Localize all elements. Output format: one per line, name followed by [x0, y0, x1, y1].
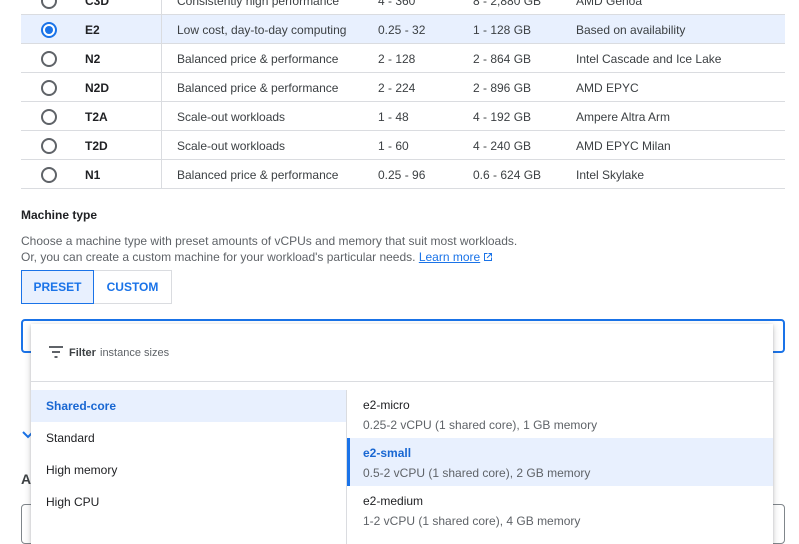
- series-platform: Ampere Altra Arm: [576, 110, 671, 124]
- radio-button[interactable]: [41, 109, 57, 125]
- series-row-n2[interactable]: N2 Balanced price & performance 2 - 128 …: [21, 44, 785, 73]
- column-divider: [161, 160, 162, 188]
- radio-button-selected[interactable]: [41, 22, 57, 38]
- category-list: Shared-core Standard High memory High CP…: [31, 390, 346, 518]
- series-name: T2D: [85, 139, 108, 153]
- column-divider: [161, 0, 162, 14]
- series-description: Balanced price & performance: [177, 52, 339, 66]
- preset-custom-toggle: PRESET CUSTOM: [21, 270, 172, 304]
- series-name: E2: [85, 23, 100, 37]
- section-heading-partial: A: [21, 471, 32, 487]
- machine-series-table: C3D Consistently high performance 4 - 36…: [21, 0, 785, 189]
- series-description: Consistently high performance: [177, 0, 340, 8]
- series-vcpus: 4 - 360: [378, 0, 416, 8]
- custom-button[interactable]: CUSTOM: [94, 270, 172, 304]
- series-vcpus: 2 - 224: [378, 81, 416, 95]
- series-row-c3d[interactable]: C3D Consistently high performance 4 - 36…: [21, 0, 785, 15]
- series-memory: 2 - 864 GB: [473, 52, 532, 66]
- series-name: N2: [85, 52, 101, 66]
- preset-button[interactable]: PRESET: [21, 270, 94, 304]
- option-name: e2-medium: [363, 494, 424, 508]
- series-vcpus: 0.25 - 32: [378, 23, 426, 37]
- machine-type-description: Choose a machine type with preset amount…: [21, 233, 517, 265]
- series-description: Balanced price & performance: [177, 168, 339, 182]
- series-name: N2D: [85, 81, 110, 95]
- option-e2-small[interactable]: e2-small 0.5-2 vCPU (1 shared core), 2 G…: [347, 438, 773, 486]
- filter-bar[interactable]: Filter instance sizes: [31, 324, 773, 382]
- radio-button[interactable]: [41, 0, 57, 9]
- external-link-icon: [484, 253, 493, 261]
- category-high-memory[interactable]: High memory: [31, 454, 346, 486]
- category-high-cpu[interactable]: High CPU: [31, 486, 346, 518]
- series-platform: AMD Genoa: [576, 0, 643, 8]
- machine-type-heading: Machine type: [21, 208, 98, 222]
- series-memory: 8 - 2,880 GB: [473, 0, 542, 8]
- series-name: N1: [85, 168, 101, 182]
- series-vcpus: 1 - 48: [378, 110, 409, 124]
- series-description: Scale-out workloads: [177, 139, 286, 153]
- series-vcpus: 1 - 60: [378, 139, 409, 153]
- description-line-2: Or, you can create a custom machine for …: [21, 249, 517, 265]
- machine-type-dropdown-panel: Filter instance sizes Shared-core Standa…: [31, 324, 773, 544]
- series-row-n2d[interactable]: N2D Balanced price & performance 2 - 224…: [21, 73, 785, 102]
- series-vcpus: 2 - 128: [378, 52, 416, 66]
- option-name: e2-small: [363, 446, 412, 460]
- column-divider: [161, 131, 162, 159]
- series-row-e2[interactable]: E2 Low cost, day-to-day computing 0.25 -…: [21, 15, 785, 44]
- option-description: 0.25-2 vCPU (1 shared core), 1 GB memory: [363, 418, 598, 432]
- series-row-n1[interactable]: N1 Balanced price & performance 0.25 - 9…: [21, 160, 785, 189]
- series-vcpus: 0.25 - 96: [378, 168, 426, 182]
- category-standard[interactable]: Standard: [31, 422, 346, 454]
- column-divider: [161, 15, 162, 43]
- series-row-t2a[interactable]: T2A Scale-out workloads 1 - 48 4 - 192 G…: [21, 102, 785, 131]
- series-memory: 1 - 128 GB: [473, 23, 532, 37]
- series-memory: 4 - 240 GB: [473, 139, 532, 153]
- learn-more-link[interactable]: Learn more: [419, 250, 493, 264]
- series-memory: 2 - 896 GB: [473, 81, 532, 95]
- series-description: Low cost, day-to-day computing: [177, 23, 347, 37]
- column-divider: [161, 44, 162, 72]
- machine-type-options: e2-micro 0.25-2 vCPU (1 shared core), 1 …: [347, 390, 773, 534]
- filter-label: Filter: [69, 347, 96, 359]
- column-divider: [161, 102, 162, 130]
- radio-button[interactable]: [41, 138, 57, 154]
- series-platform: Intel Cascade and Ice Lake: [576, 52, 722, 66]
- series-platform: Intel Skylake: [576, 168, 645, 182]
- series-description: Balanced price & performance: [177, 81, 339, 95]
- column-divider: [161, 73, 162, 101]
- radio-button[interactable]: [41, 80, 57, 96]
- series-platform: AMD EPYC: [576, 81, 639, 95]
- series-row-t2d[interactable]: T2D Scale-out workloads 1 - 60 4 - 240 G…: [21, 131, 785, 160]
- series-description: Scale-out workloads: [177, 110, 286, 124]
- learn-more-label: Learn more: [418, 250, 481, 264]
- option-name: e2-micro: [363, 398, 410, 412]
- option-description: 0.5-2 vCPU (1 shared core), 2 GB memory: [363, 466, 591, 480]
- option-description: 1-2 vCPU (1 shared core), 4 GB memory: [363, 514, 581, 528]
- series-name: C3D: [85, 0, 110, 8]
- filter-input[interactable]: instance sizes: [100, 347, 169, 359]
- filter-icon: [49, 346, 63, 358]
- series-name: T2A: [85, 110, 108, 124]
- series-memory: 4 - 192 GB: [473, 110, 532, 124]
- series-memory: 0.6 - 624 GB: [473, 168, 542, 182]
- radio-button[interactable]: [41, 167, 57, 183]
- category-shared-core[interactable]: Shared-core: [31, 390, 346, 422]
- series-platform: AMD EPYC Milan: [576, 139, 671, 153]
- description-line-2-text: Or, you can create a custom machine for …: [21, 250, 416, 264]
- radio-button[interactable]: [41, 51, 57, 67]
- description-line-1: Choose a machine type with preset amount…: [21, 234, 518, 248]
- option-e2-medium[interactable]: e2-medium 1-2 vCPU (1 shared core), 4 GB…: [347, 486, 773, 534]
- series-platform: Based on availability: [576, 23, 686, 37]
- option-e2-micro[interactable]: e2-micro 0.25-2 vCPU (1 shared core), 1 …: [347, 390, 773, 438]
